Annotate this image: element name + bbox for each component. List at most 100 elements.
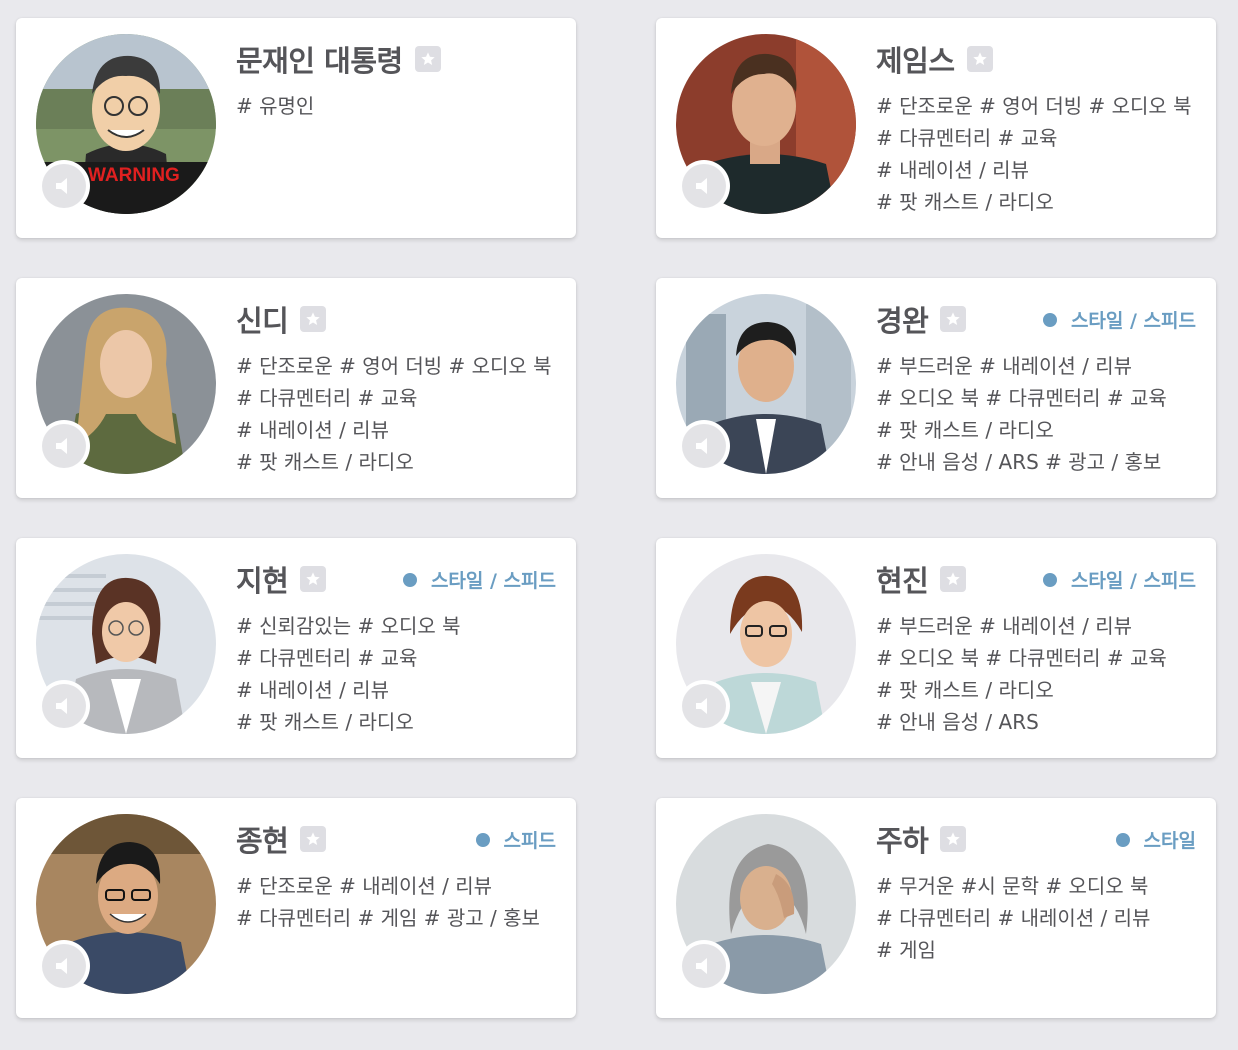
voice-card[interactable]: 종현 스피드 # 단조로운 # 내레이션 / 리뷰 # 다큐멘터리 # 게임 #… [16,798,576,1018]
feature-badge: 스타일 / 스피드 [1042,566,1196,593]
tag-line: # 유명인 [236,94,315,118]
tag-line: # 오디오 북 # 다큐멘터리 # 교육 [876,646,1167,670]
play-sample-button[interactable] [38,420,90,472]
speaker-icon [696,698,707,714]
star-icon [306,312,321,325]
speaker-icon [56,958,67,974]
tag-line: # 내레이션 / 리뷰 [236,418,389,442]
tag-line: # 오디오 북 # 다큐멘터리 # 교육 [876,386,1167,410]
play-sample-button[interactable] [38,680,90,732]
avatar-container [36,294,216,474]
play-sample-button[interactable] [678,680,730,732]
favorite-button[interactable] [940,566,967,592]
tag-line: # 무거운 #시 문학 # 오디오 북 [876,874,1149,898]
tag-line: # 팟 캐스트 / 라디오 [236,710,414,734]
feature-badge: 스피드 [475,826,556,853]
tag-list: # 신뢰감있는 # 오디오 북 # 다큐멘터리 # 교육 # 내레이션 / 리뷰… [236,610,461,738]
avatar-container: WARNING [36,34,216,214]
play-sample-button[interactable] [678,420,730,472]
badge-dot-icon [1042,312,1057,327]
voice-name: 지현 [236,564,289,598]
speaker-icon [56,438,67,454]
tag-line: # 팟 캐스트 / 라디오 [876,190,1054,214]
avatar-container [676,34,856,214]
tag-line: # 부드러운 # 내레이션 / 리뷰 [876,354,1133,378]
favorite-button[interactable] [966,46,993,72]
star-icon [306,832,321,845]
star-icon [946,572,961,585]
play-sample-button[interactable] [38,940,90,992]
tag-line: # 팟 캐스트 / 라디오 [876,678,1054,702]
badge-label: 스타일 / 스피드 [1070,310,1196,332]
tag-list: # 단조로운 # 내레이션 / 리뷰 # 다큐멘터리 # 게임 # 광고 / 홍… [236,870,540,934]
tag-list: # 단조로운 # 영어 더빙 # 오디오 북 # 다큐멘터리 # 교육 # 내레… [876,90,1192,218]
speaker-icon [696,178,707,194]
voice-name: 현진 [876,564,929,598]
feature-badge: 스타일 [1115,826,1196,853]
favorite-button[interactable] [414,46,441,72]
avatar-container [676,554,856,734]
badge-label: 스타일 / 스피드 [430,570,556,592]
play-sample-button[interactable] [678,160,730,212]
voice-card[interactable]: 제임스 # 단조로운 # 영어 더빙 # 오디오 북 # 다큐멘터리 # 교육 … [656,18,1216,238]
tag-line: # 게임 [876,938,936,962]
badge-label: 스타일 [1143,830,1196,852]
favorite-button[interactable] [940,306,967,332]
tag-list: # 부드러운 # 내레이션 / 리뷰 # 오디오 북 # 다큐멘터리 # 교육 … [876,350,1167,478]
feature-badge: 스타일 / 스피드 [1042,306,1196,333]
favorite-button[interactable] [940,826,967,852]
voice-name: 문재인 대통령 [236,44,403,78]
voice-card[interactable]: 지현 스타일 / 스피드 # 신뢰감있는 # 오디오 북 # 다큐멘터리 # 교… [16,538,576,758]
tag-line: # 다큐멘터리 # 교육 [876,126,1058,150]
tag-line: # 안내 음성 / ARS [876,710,1039,734]
speaker-icon [696,438,707,454]
avatar-container [36,554,216,734]
voice-name: 경완 [876,304,929,338]
tag-line: # 다큐멘터리 # 교육 [236,646,418,670]
tag-list: # 부드러운 # 내레이션 / 리뷰 # 오디오 북 # 다큐멘터리 # 교육 … [876,610,1167,738]
tag-list: # 무거운 #시 문학 # 오디오 북 # 다큐멘터리 # 내레이션 / 리뷰 … [876,870,1150,966]
play-sample-button[interactable] [678,940,730,992]
tag-line: # 다큐멘터리 # 게임 # 광고 / 홍보 [236,906,540,930]
tag-line: # 팟 캐스트 / 라디오 [236,450,414,474]
tag-line: # 팟 캐스트 / 라디오 [876,418,1054,442]
speaker-icon [56,698,67,714]
tag-line: # 신뢰감있는 # 오디오 북 [236,614,461,638]
speaker-icon [56,178,67,194]
tag-line: # 다큐멘터리 # 내레이션 / 리뷰 [876,906,1151,930]
avatar-warning-text: WARNING [88,165,180,186]
badge-dot-icon [402,572,417,587]
avatar-container [676,294,856,474]
tag-list: # 유명인 [236,90,314,122]
tag-line: # 내레이션 / 리뷰 [236,678,389,702]
tag-line: # 다큐멘터리 # 교육 [236,386,418,410]
star-icon [972,52,987,65]
voice-card[interactable]: 주하 스타일 # 무거운 #시 문학 # 오디오 북 # 다큐멘터리 # 내레이… [656,798,1216,1018]
favorite-button[interactable] [300,306,327,332]
voice-name: 신디 [236,304,289,338]
voice-card[interactable]: WARNING 문재인 대통령 # 유명인 [16,18,576,238]
star-icon [421,52,435,65]
voice-card[interactable]: 경완 스타일 / 스피드 # 부드러운 # 내레이션 / 리뷰 # 오디오 북 … [656,278,1216,498]
favorite-button[interactable] [300,566,327,592]
voice-card[interactable]: 신디 # 단조로운 # 영어 더빙 # 오디오 북 # 다큐멘터리 # 교육 #… [16,278,576,498]
avatar-container [36,814,216,994]
tag-line: # 부드러운 # 내레이션 / 리뷰 [876,614,1133,638]
voice-card[interactable]: 현진 스타일 / 스피드 # 부드러운 # 내레이션 / 리뷰 # 오디오 북 … [656,538,1216,758]
speaker-icon [696,958,707,974]
tag-line: # 단조로운 # 내레이션 / 리뷰 [236,874,493,898]
feature-badge: 스타일 / 스피드 [402,566,556,593]
badge-label: 스피드 [503,830,556,852]
star-icon [946,832,961,845]
tag-line: # 안내 음성 / ARS # 광고 / 홍보 [876,450,1162,474]
star-icon [946,312,961,325]
tag-line: # 내레이션 / 리뷰 [876,158,1029,182]
voice-name: 종현 [236,824,289,858]
avatar-container [676,814,856,994]
badge-dot-icon [475,832,490,847]
play-sample-button[interactable] [38,160,90,212]
tag-line: # 단조로운 # 영어 더빙 # 오디오 북 [236,354,552,378]
tag-list: # 단조로운 # 영어 더빙 # 오디오 북 # 다큐멘터리 # 교육 # 내레… [236,350,552,478]
favorite-button[interactable] [300,826,327,852]
tag-line: # 단조로운 # 영어 더빙 # 오디오 북 [876,94,1192,118]
